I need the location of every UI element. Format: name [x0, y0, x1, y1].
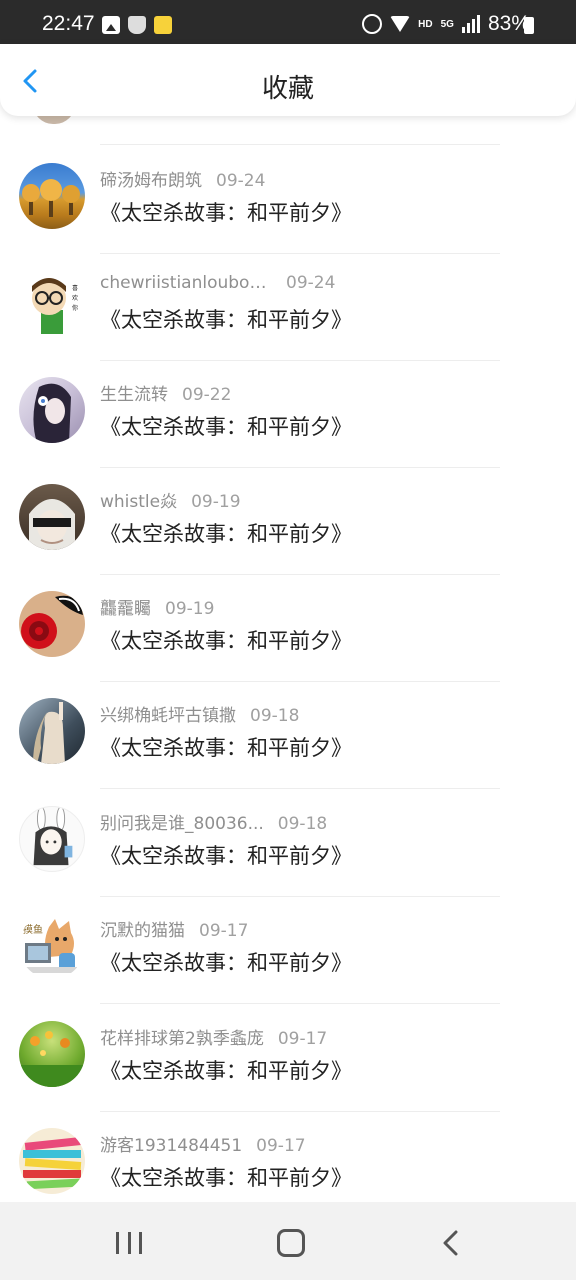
avatar[interactable]: 摸鱼 — [19, 913, 85, 979]
date: 09-19 — [191, 492, 241, 512]
avatar[interactable] — [19, 484, 85, 550]
list-item[interactable]: whistle焱 09-19 《太空杀故事：和平前夕》 — [0, 467, 576, 575]
avatar[interactable] — [19, 1021, 85, 1087]
avatar[interactable] — [19, 698, 85, 764]
home-icon[interactable] — [277, 1229, 305, 1257]
recent-apps-icon[interactable] — [116, 1232, 142, 1254]
avatar[interactable] — [19, 163, 85, 229]
network-type: HD — [418, 18, 433, 30]
username[interactable]: 龘靇矚 — [100, 594, 151, 619]
item-title[interactable]: 《太空杀故事：和平前夕》 — [100, 625, 352, 655]
svg-text:欢: 欢 — [72, 294, 78, 302]
avatar[interactable] — [19, 1128, 85, 1194]
item-title[interactable]: 《太空杀故事：和平前夕》 — [100, 840, 352, 870]
item-meta: chewriistianloubou... 09-24 — [100, 273, 335, 293]
signal-icon — [461, 15, 480, 33]
username[interactable]: chewriistianloubou... — [100, 273, 272, 293]
battery-icon — [524, 17, 534, 34]
item-title[interactable]: 《太空杀故事：和平前夕》 — [100, 197, 352, 227]
system-icons: HD 5G 83% — [362, 12, 530, 36]
app-icon — [154, 16, 172, 34]
item-meta: 龘靇矚 09-19 — [100, 594, 214, 619]
item-meta: 兴绑桷蚝坪古镇撒 09-18 — [100, 701, 299, 726]
status-bar: 22:47 HD 5G 83% — [0, 0, 576, 44]
list-item[interactable]: 兴绑桷蚝坪古镇撒 09-18 《太空杀故事：和平前夕》 — [0, 681, 576, 789]
item-meta: whistle焱 09-19 — [100, 487, 241, 512]
status-time: 22:47 — [42, 12, 95, 35]
list-item[interactable]: 碲汤姆布朗筑 09-24 《太空杀故事：和平前夕》 — [0, 146, 576, 254]
item-title[interactable]: 《太空杀故事：和平前夕》 — [100, 947, 352, 977]
item-title[interactable]: 《太空杀故事：和平前夕》 — [100, 518, 352, 548]
date: 09-17 — [256, 1136, 306, 1156]
username[interactable]: 碲汤姆布朗筑 — [100, 166, 202, 191]
username[interactable]: 别问我是谁_80036... — [100, 809, 264, 834]
date: 09-18 — [277, 814, 328, 834]
navigation-bar — [0, 1202, 576, 1280]
list-item[interactable]: 花样排球第2孰季螽庞 09-17 《太空杀故事：和平前夕》 — [0, 1004, 576, 1112]
item-title[interactable]: 《太空杀故事：和平前夕》 — [100, 1055, 352, 1085]
item-title[interactable]: 《太空杀故事：和平前夕》 — [100, 732, 352, 762]
divider — [100, 144, 500, 145]
item-meta: 沉默的猫猫 09-17 — [100, 916, 248, 941]
item-title[interactable]: 《太空杀故事：和平前夕》 — [100, 1162, 352, 1192]
list-item[interactable]: 游客1931484451 09-17 《太空杀故事：和平前夕》 — [0, 1111, 576, 1202]
wifi-icon — [390, 16, 411, 32]
item-meta: 别问我是谁_80036... 09-18 — [100, 809, 327, 834]
notification-icons — [102, 16, 172, 34]
username[interactable]: 生生流转 — [100, 380, 168, 405]
date: 09-18 — [250, 706, 300, 726]
list-item[interactable]: 龘靇矚 09-19 《太空杀故事：和平前夕》 — [0, 574, 576, 682]
svg-text:你: 你 — [72, 304, 78, 312]
page-title: 收藏 — [261, 74, 314, 104]
username[interactable]: whistle焱 — [100, 487, 177, 512]
date: 09-24 — [286, 273, 336, 293]
item-meta: 碲汤姆布朗筑 09-24 — [100, 166, 265, 191]
list-item[interactable]: 别问我是谁_80036... 09-18 《太空杀故事：和平前夕》 — [0, 789, 576, 897]
gallery-icon — [102, 16, 120, 34]
username[interactable]: 游客1931484451 — [100, 1131, 242, 1156]
date: 09-17 — [199, 921, 249, 941]
username[interactable]: 兴绑桷蚝坪古镇撒 — [100, 701, 236, 726]
avatar[interactable]: 喜欢你 — [19, 270, 85, 336]
avatar[interactable] — [19, 806, 85, 872]
app-header: 收藏 — [0, 44, 576, 116]
avatar — [33, 116, 75, 124]
date: 09-19 — [165, 599, 215, 619]
username[interactable]: 沉默的猫猫 — [100, 916, 185, 941]
svg-text:摸鱼: 摸鱼 — [23, 923, 43, 936]
date: 09-17 — [277, 1029, 328, 1049]
username[interactable]: 花样排球第2孰季螽庞 — [100, 1024, 264, 1049]
svg-text:喜: 喜 — [72, 284, 78, 292]
avatar[interactable] — [19, 377, 85, 443]
shield-icon — [128, 16, 146, 34]
alarm-icon — [362, 14, 383, 34]
item-meta: 游客1931484451 09-17 — [100, 1131, 306, 1156]
network-generation: 5G — [440, 18, 454, 30]
list-item[interactable]: 生生流转 09-22 《太空杀故事：和平前夕》 — [0, 360, 576, 468]
date: 09-24 — [216, 171, 266, 191]
list-item[interactable]: 摸鱼 沉默的猫猫 09-17 《太空杀故事：和平前夕》 — [0, 896, 576, 1004]
item-meta: 生生流转 09-22 — [100, 380, 231, 405]
back-icon[interactable] — [440, 1230, 462, 1256]
item-title[interactable]: 《太空杀故事：和平前夕》 — [100, 304, 352, 334]
favorites-list[interactable]: 碲汤姆布朗筑 09-24 《太空杀故事：和平前夕》 喜欢你 chewriistia… — [0, 116, 576, 1202]
item-title[interactable]: 《太空杀故事：和平前夕》 — [100, 411, 352, 441]
avatar[interactable] — [19, 591, 85, 657]
item-meta: 花样排球第2孰季螽庞 09-17 — [100, 1024, 327, 1049]
list-item[interactable]: 喜欢你 chewriistianloubou... 09-24 《太空杀故事：和平… — [0, 253, 576, 361]
date: 09-22 — [182, 385, 232, 405]
